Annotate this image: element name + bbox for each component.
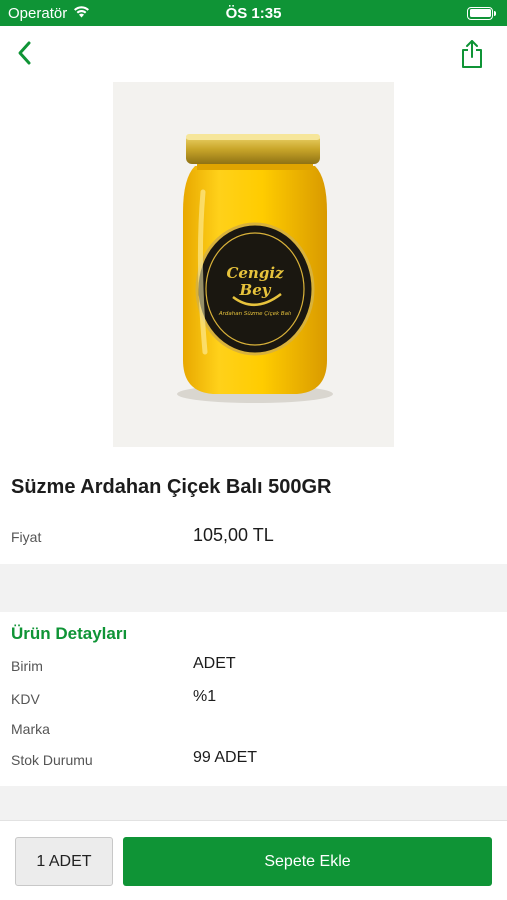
section-separator: [0, 564, 507, 612]
detail-value: 99 ADET: [193, 749, 258, 766]
detail-label: Birim: [11, 658, 43, 674]
detail-row-birim: Birim ADET: [11, 655, 491, 677]
share-button[interactable]: [457, 38, 487, 70]
nav-bar: [0, 26, 507, 80]
quantity-button[interactable]: 1 ADET: [15, 837, 113, 886]
jar-brand-text-1: Cengiz: [226, 264, 284, 282]
price-label: Fiyat: [11, 529, 42, 545]
add-to-cart-button[interactable]: Sepete Ekle: [123, 837, 492, 886]
status-left: Operatör: [8, 5, 467, 22]
wifi-icon: [73, 5, 90, 22]
detail-row-kdv: KDV %1: [11, 688, 491, 710]
product-image: Cengiz Bey Ardahan Süzme Çiçek Balı: [113, 82, 394, 447]
jar-brand-text-2: Bey: [239, 281, 272, 299]
status-bar: Operatör ÖS 1:35: [0, 0, 507, 26]
detail-label: Marka: [11, 721, 50, 737]
price-value: 105,00 TL: [193, 525, 274, 545]
detail-label: KDV: [11, 691, 40, 707]
details-title: Ürün Detayları: [11, 624, 128, 643]
detail-row-stok: Stok Durumu 99 ADET: [11, 749, 491, 771]
detail-label: Stok Durumu: [11, 752, 93, 768]
detail-value: ADET: [193, 655, 236, 672]
section-separator: [0, 786, 507, 820]
battery-icon: [467, 6, 496, 20]
detail-value: %1: [193, 688, 217, 705]
share-icon: [462, 40, 482, 68]
back-button[interactable]: [10, 38, 40, 68]
chevron-left-icon: [18, 41, 31, 65]
detail-row-marka: Marka: [11, 718, 491, 740]
battery-fill: [469, 9, 491, 17]
product-title: Süzme Ardahan Çiçek Balı 500GR: [11, 476, 332, 498]
bottom-bar: 1 ADET Sepete Ekle: [0, 820, 507, 900]
price-row: Fiyat 105,00 TL: [11, 524, 491, 550]
jar-subtext: Ardahan Süzme Çiçek Balı: [218, 311, 292, 317]
carrier-label: Operatör: [8, 4, 68, 22]
